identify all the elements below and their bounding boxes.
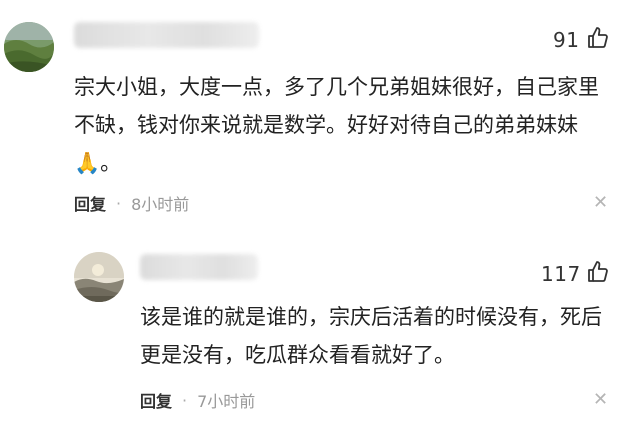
- avatar[interactable]: [74, 252, 124, 302]
- close-icon[interactable]: ✕: [593, 192, 608, 213]
- comment-text: 该是谁的就是谁的，宗庆后活着的时候没有，死后更是没有，吃瓜群众看看就好了。: [140, 305, 602, 367]
- reply-button[interactable]: 回复: [140, 388, 172, 412]
- reply-button[interactable]: 回复: [74, 191, 106, 215]
- username-blurred[interactable]: [74, 22, 259, 48]
- thumbs-up-icon[interactable]: [586, 260, 610, 284]
- meta-separator: ·: [182, 390, 188, 410]
- comment-text: 宗大小姐，大度一点，多了几个兄弟姐妹很好，自己家里不缺，钱对你来说就是数学。好好…: [74, 75, 599, 175]
- comment-meta: 回复 · 7小时前: [140, 388, 255, 412]
- meta-separator: ·: [116, 193, 122, 213]
- timestamp: 7小时前: [197, 392, 256, 411]
- comment-meta: 回复 · 8小时前: [74, 191, 189, 215]
- avatar[interactable]: [4, 22, 54, 72]
- close-icon[interactable]: ✕: [593, 389, 608, 410]
- timestamp: 8小时前: [131, 195, 190, 214]
- like-count: 117: [541, 262, 581, 286]
- thumbs-up-icon[interactable]: [586, 26, 610, 50]
- username-blurred[interactable]: [140, 254, 258, 280]
- like-count: 91: [553, 28, 580, 52]
